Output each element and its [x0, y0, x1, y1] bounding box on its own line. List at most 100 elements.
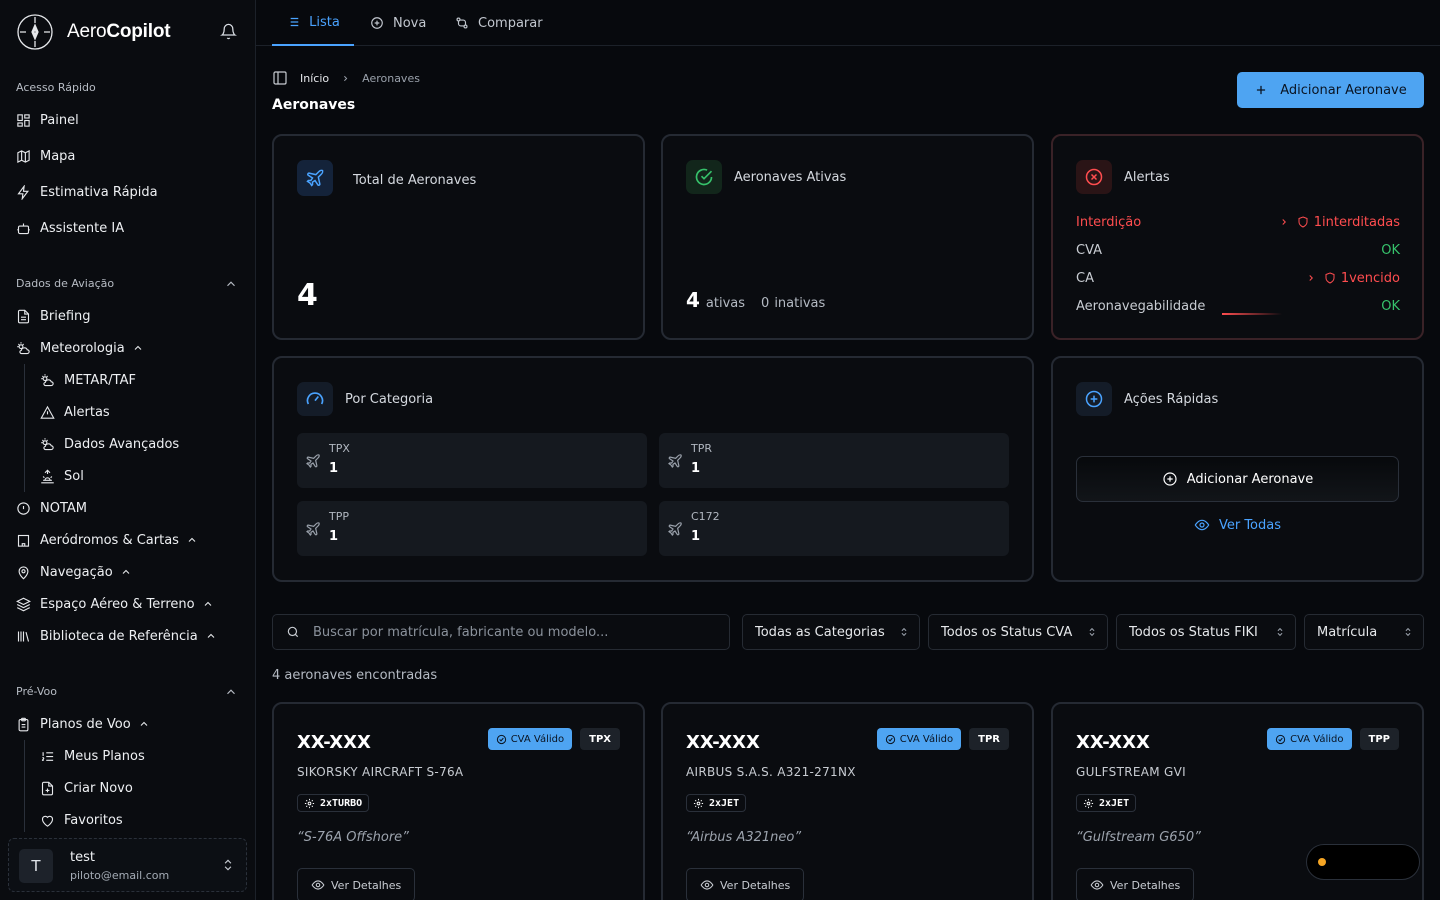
sidebar-item-label: Espaço Aéreo & Terreno: [40, 596, 195, 612]
sidebar-item-aerodromos[interactable]: Aeródromos & Cartas: [16, 528, 198, 552]
plus-icon: [1257, 85, 1266, 95]
tab-comparar[interactable]: Comparar: [455, 0, 543, 46]
weather-icon: [41, 373, 54, 386]
alert-row-interdicao[interactable]: Interdição 1interditadas: [1076, 212, 1400, 232]
brand-logo[interactable]: AeroCopilot: [16, 12, 240, 52]
building-icon: [17, 534, 30, 547]
chevron-up-icon[interactable]: [224, 277, 238, 291]
sidebar-item-espaco-aereo[interactable]: Espaço Aéreo & Terreno: [16, 592, 214, 616]
tab-nova[interactable]: Nova: [370, 0, 426, 46]
aircraft-card[interactable]: XX-XXX CVA Válido TPR AIRBUS S.A.S. A321…: [661, 702, 1034, 900]
avatar: T: [19, 849, 53, 883]
sidebar-item-estimativa[interactable]: Estimativa Rápida: [16, 180, 158, 204]
gauge-icon: [306, 392, 324, 405]
aircraft-manufacturer: SIKORSKY AIRCRAFT S-76A: [297, 765, 464, 779]
brand-name: AeroCopilot: [67, 21, 171, 42]
sidebar-item-planos-de-voo[interactable]: Planos de Voo: [16, 712, 150, 736]
submenu-line: [24, 364, 25, 492]
compare-icon: [456, 17, 468, 29]
category-filter-select[interactable]: Todas as Categorias: [742, 614, 920, 650]
alert-row-ca[interactable]: CA 1vencido: [1076, 268, 1400, 288]
category-badge: TPP: [1359, 728, 1399, 750]
chevron-up-icon[interactable]: [224, 685, 238, 699]
sidebar-item-label: Biblioteca de Referência: [40, 628, 198, 644]
user-menu[interactable]: T test piloto@email.com: [8, 838, 247, 892]
sidebar-item-mapa[interactable]: Mapa: [16, 144, 75, 168]
sidebar-item-assistente[interactable]: Assistente IA: [16, 216, 124, 240]
category-label: TPP: [329, 510, 349, 523]
cva-status-filter-select[interactable]: Todos os Status CVA: [928, 614, 1108, 650]
sidebar-item-biblioteca[interactable]: Biblioteca de Referência: [16, 624, 217, 648]
sidebar-item-label: Estimativa Rápida: [40, 184, 158, 200]
aircraft-card[interactable]: XX-XXX CVA Válido TPX SIKORSKY AIRCRAFT …: [272, 702, 645, 900]
view-details-button[interactable]: Ver Detalhes: [297, 868, 416, 900]
aircraft-manufacturer: GULFSTREAM GVI: [1076, 765, 1186, 779]
sidebar-item-alertas[interactable]: Alertas: [40, 400, 110, 424]
inactive-label: inativas: [774, 296, 826, 311]
map-icon: [17, 149, 30, 163]
aircraft-registration: XX-XXX: [297, 732, 371, 753]
search-input[interactable]: [313, 624, 713, 640]
gear-icon: [693, 798, 704, 808]
alert-row-cva: CVA OK: [1076, 240, 1400, 260]
view-details-button[interactable]: Ver Detalhes: [686, 868, 805, 900]
robot-icon: [17, 223, 30, 234]
lightning-icon: [17, 184, 29, 200]
sidebar-item-briefing[interactable]: Briefing: [16, 304, 91, 328]
view-all-link[interactable]: Ver Todas: [1076, 514, 1399, 536]
status-pill[interactable]: [1306, 844, 1420, 880]
sidebar-item-sol[interactable]: Sol: [40, 464, 84, 488]
card-title: Total de Aeronaves: [353, 173, 477, 188]
aircraft-badges: CVA Válido TPX: [487, 728, 620, 750]
sidebar-item-label: Navegação: [40, 564, 113, 580]
sidebar-item-metar-taf[interactable]: METAR/TAF: [40, 368, 136, 392]
sidebar-item-notam[interactable]: NOTAM: [16, 496, 87, 520]
add-aircraft-button[interactable]: Adicionar Aeronave: [1237, 72, 1424, 108]
eye-icon: [1090, 880, 1104, 890]
sidebar-item-label: Meus Planos: [64, 748, 145, 764]
list-ordered-icon: [41, 751, 54, 761]
aircraft-model: “S-76A Offshore”: [297, 830, 409, 845]
section-preflight-title: Pré-Voo: [16, 685, 57, 698]
bell-icon[interactable]: [220, 23, 237, 40]
fiki-status-filter-select[interactable]: Todos os Status FIKI: [1116, 614, 1296, 650]
layers-icon: [16, 597, 31, 611]
breadcrumb-home[interactable]: Início: [300, 72, 329, 85]
sidebar-item-criar-novo[interactable]: Criar Novo: [40, 776, 133, 800]
select-value: Todas as Categorias: [755, 624, 885, 640]
alert-label: Interdição: [1076, 214, 1142, 230]
sidebar-item-navegacao[interactable]: Navegação: [16, 560, 132, 584]
categories-card: Por Categoria TPX 1 TPR 1 TPP 1 C172 1: [272, 356, 1034, 582]
submenu-line: [24, 740, 25, 832]
plane-icon: [668, 522, 682, 536]
chevron-up-icon: [122, 569, 130, 574]
chevrons-up-down-icon: [1277, 627, 1283, 637]
sidebar-item-favoritos[interactable]: Favoritos: [40, 808, 123, 832]
active-aircraft-card: Aeronaves Ativas 4 ativas 0 inativas: [661, 134, 1034, 340]
tab-lista[interactable]: Lista: [272, 0, 354, 46]
sidebar-item-label: Aeródromos & Cartas: [40, 532, 179, 548]
sidebar-item-label: Meteorologia: [40, 340, 125, 356]
card-title: Alertas: [1124, 170, 1170, 185]
icon-box: [297, 382, 333, 416]
sidebar-item-meus-planos[interactable]: Meus Planos: [40, 744, 145, 768]
sidebar-item-dados-avancados[interactable]: Dados Avançados: [40, 432, 179, 456]
chevron-up-icon: [188, 537, 196, 542]
cva-badge: CVA Válido: [1267, 728, 1352, 750]
sidebar-item-painel[interactable]: Painel: [16, 108, 79, 132]
alert-label: CA: [1076, 270, 1094, 286]
sidebar-toggle-icon[interactable]: [272, 70, 288, 86]
engine-badge: 2xTURBO: [297, 794, 370, 812]
category-value: 1: [691, 529, 701, 544]
gear-icon: [304, 798, 315, 808]
aircraft-model: “Airbus A321neo”: [686, 830, 802, 845]
total-aircraft-value: 4: [297, 278, 318, 313]
tab-label: Lista: [309, 14, 340, 30]
total-aircraft-card: Total de Aeronaves 4: [272, 134, 645, 340]
sort-select[interactable]: Matrícula: [1304, 614, 1424, 650]
chevron-right-icon: [344, 75, 348, 81]
view-details-button[interactable]: Ver Detalhes: [1076, 868, 1195, 900]
quick-add-aircraft-button[interactable]: Adicionar Aeronave: [1076, 456, 1399, 502]
sidebar-item-meteorologia[interactable]: Meteorologia: [16, 336, 144, 360]
cva-badge: CVA Válido: [876, 728, 962, 750]
